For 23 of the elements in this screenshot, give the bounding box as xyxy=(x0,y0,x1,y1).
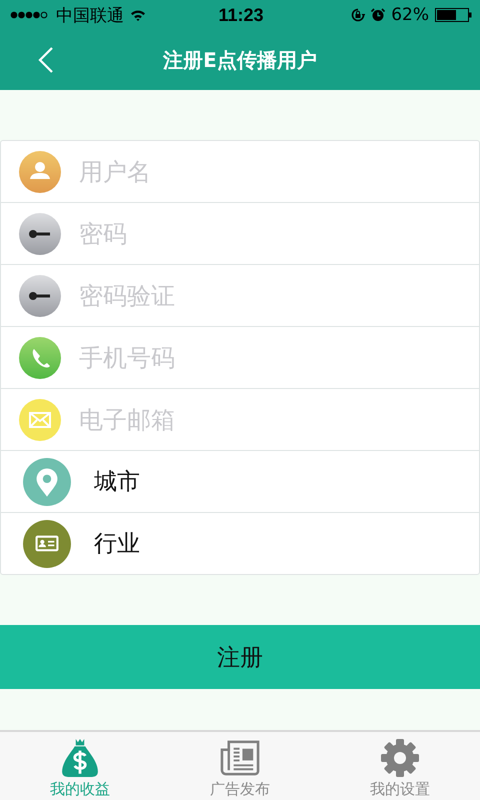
person-icon xyxy=(18,150,62,194)
key-icon xyxy=(18,212,62,256)
page-title: 注册E点传播用户 xyxy=(163,46,317,74)
battery-percent: 62% xyxy=(391,5,429,25)
settings-icon xyxy=(380,738,420,778)
phone-icon xyxy=(18,336,62,380)
newspaper-icon xyxy=(220,738,260,778)
envelope-icon xyxy=(18,398,62,442)
register-button[interactable]: 注册 xyxy=(0,625,480,689)
back-icon[interactable] xyxy=(38,46,54,74)
key-icon xyxy=(18,274,62,318)
signal-icon xyxy=(10,11,50,19)
rotation-lock-icon xyxy=(351,8,366,22)
carrier: 中国联通 xyxy=(56,4,124,26)
location-pin-icon xyxy=(22,456,72,506)
id-card-icon xyxy=(22,518,72,568)
wifi-icon xyxy=(130,9,146,21)
select-field[interactable]: 城市 xyxy=(94,466,140,497)
clock: 11:23 xyxy=(218,4,264,26)
select-field[interactable]: 行业 xyxy=(94,528,140,559)
alarm-icon xyxy=(371,8,386,22)
money-bag-icon xyxy=(60,738,100,778)
battery-icon xyxy=(434,8,472,22)
